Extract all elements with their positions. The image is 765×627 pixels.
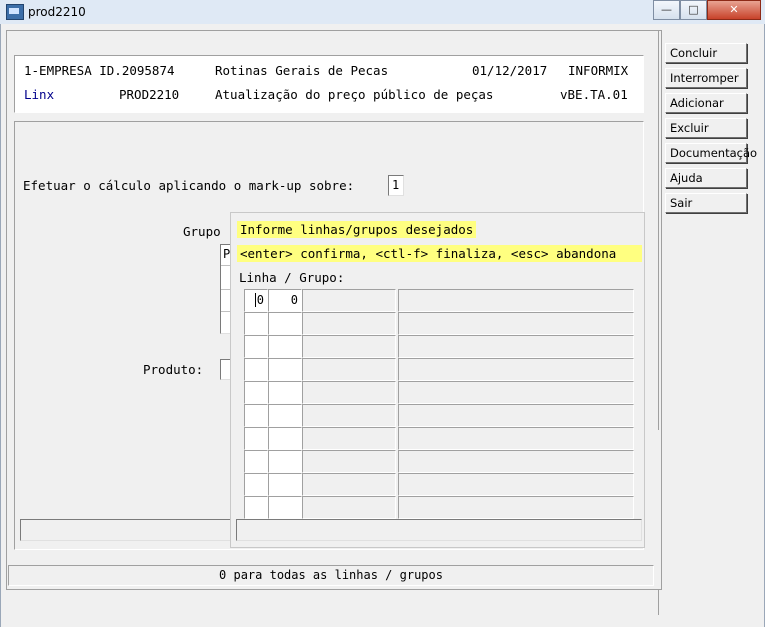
grid-cell[interactable] xyxy=(244,312,268,335)
grid-cell[interactable] xyxy=(268,450,302,473)
title-bar xyxy=(0,0,765,25)
grid-cell[interactable] xyxy=(302,473,396,496)
grupo-label: Grupo xyxy=(183,224,221,239)
documentacao-button[interactable]: Documentação xyxy=(665,143,757,163)
module-title: Rotinas Gerais de Pecas xyxy=(215,63,389,78)
grid-cell[interactable] xyxy=(398,335,634,358)
maximize-button[interactable]: □ xyxy=(680,0,707,20)
grid-cell[interactable] xyxy=(244,335,268,358)
grid-cell[interactable] xyxy=(302,404,396,427)
markup-input[interactable]: 1 xyxy=(388,175,404,196)
bottom-left-field xyxy=(20,519,232,541)
company-id: 1-EMPRESA ID.2095874 xyxy=(24,63,175,78)
grid-cell[interactable] xyxy=(302,358,396,381)
popup-keys-hint: <enter> confirma, <ctl-f> finaliza, <esc… xyxy=(237,245,642,262)
grid-cell[interactable] xyxy=(268,404,302,427)
brand-label: Linx xyxy=(24,87,55,102)
grid-cell[interactable] xyxy=(268,427,302,450)
popup-bottom-field xyxy=(236,519,642,541)
program-title: Atualização do preço público de peças xyxy=(215,87,494,102)
grid-cell[interactable] xyxy=(398,427,634,450)
app-icon xyxy=(6,4,24,20)
excluir-button[interactable]: Excluir xyxy=(665,118,747,138)
grid-cell[interactable] xyxy=(398,404,634,427)
panel-divider xyxy=(658,30,659,430)
database-name: INFORMIX xyxy=(568,63,629,78)
grid-cell[interactable] xyxy=(268,381,302,404)
grid-cell[interactable] xyxy=(398,289,634,312)
grid-cell[interactable] xyxy=(244,358,268,381)
adicionar-button[interactable]: Adicionar xyxy=(665,93,747,113)
grid-cell[interactable] xyxy=(398,450,634,473)
minimize-button[interactable]: — xyxy=(653,0,680,20)
window-title: prod2210 xyxy=(28,5,86,19)
linha-grupo-grid: 00 xyxy=(244,289,634,519)
produto-label: Produto: xyxy=(143,362,204,377)
popup-instruction: Informe linhas/grupos desejados xyxy=(237,221,477,238)
grid-cell[interactable] xyxy=(398,358,634,381)
grid-cell[interactable] xyxy=(244,450,268,473)
markup-value: 1 xyxy=(392,178,400,192)
grid-cell[interactable] xyxy=(268,335,302,358)
grid-cell[interactable]: 0 xyxy=(268,289,302,312)
program-version: vBE.TA.01 xyxy=(560,87,628,102)
grid-cell[interactable] xyxy=(302,289,396,312)
status-bar: 0 para todas as linhas / grupos xyxy=(8,565,654,586)
grid-cell[interactable] xyxy=(268,473,302,496)
grid-cell[interactable] xyxy=(244,404,268,427)
grid-cell[interactable]: 0 xyxy=(244,289,268,312)
linha-value: 0 xyxy=(254,293,264,307)
grid-cell[interactable] xyxy=(302,381,396,404)
interromper-button[interactable]: Interromper xyxy=(665,68,747,88)
grid-cell[interactable] xyxy=(398,473,634,496)
grid-cell[interactable] xyxy=(398,381,634,404)
program-code: PROD2210 xyxy=(119,87,180,102)
grid-cell[interactable] xyxy=(302,496,396,519)
ajuda-button[interactable]: Ajuda xyxy=(665,168,747,188)
grid-cell[interactable] xyxy=(268,312,302,335)
grid-cell[interactable] xyxy=(244,473,268,496)
concluir-button[interactable]: Concluir xyxy=(665,43,747,63)
grid-cell[interactable] xyxy=(398,312,634,335)
grupo-value: 0 xyxy=(290,293,298,307)
grid-cell[interactable] xyxy=(268,496,302,519)
panel-divider xyxy=(658,590,659,615)
grid-cell[interactable] xyxy=(244,427,268,450)
grid-cell[interactable] xyxy=(244,496,268,519)
header-date: 01/12/2017 xyxy=(472,63,548,78)
close-button[interactable]: ✕ xyxy=(707,0,761,20)
grid-cell[interactable] xyxy=(302,335,396,358)
grid-cell[interactable] xyxy=(302,312,396,335)
grid-cell[interactable] xyxy=(302,450,396,473)
grid-cell[interactable] xyxy=(268,358,302,381)
linha-grupo-label: Linha / Grupo: xyxy=(239,270,345,285)
grid-cell[interactable] xyxy=(302,427,396,450)
sair-button[interactable]: Sair xyxy=(665,193,747,213)
markup-label: Efetuar o cálculo aplicando o mark-up so… xyxy=(23,178,355,193)
grid-cell[interactable] xyxy=(244,381,268,404)
grid-cell[interactable] xyxy=(398,496,634,519)
